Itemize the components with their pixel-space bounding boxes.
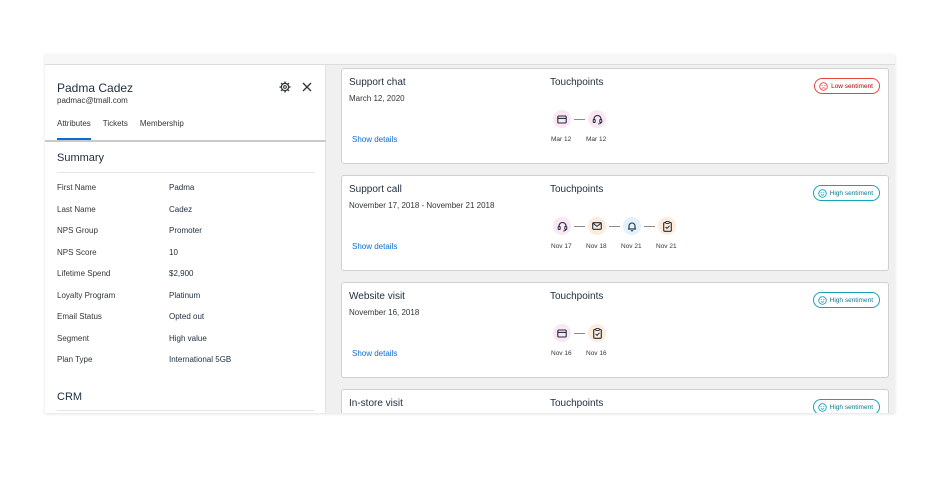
sentiment-label: High sentiment (829, 189, 873, 197)
attribute-label: Loyalty Program (57, 291, 116, 300)
attribute-value: Promoter (169, 226, 202, 235)
attribute-value: High value (169, 334, 207, 343)
sentiment-badge: High sentiment (812, 292, 880, 308)
sentiment-badge: High sentiment (812, 185, 880, 201)
attribute-row: Email Status Opted out (57, 312, 314, 324)
show-details-link[interactable]: Show details (352, 349, 397, 358)
attribute-value: Platinum (169, 291, 201, 300)
interaction-date: November 16, 2018 (349, 308, 420, 317)
top-strip (45, 54, 895, 65)
interaction-card-support-chat: Support chat March 12, 2020 Show details… (341, 68, 889, 164)
sentiment-badge: Low sentiment (814, 78, 880, 94)
wallet-icon (553, 324, 571, 342)
headset-icon (588, 110, 606, 128)
tab-divider (45, 140, 326, 142)
attribute-row: NPS Score 10 (57, 248, 314, 260)
tab-attributes[interactable]: Attributes (57, 119, 91, 140)
touchpoint-date: Nov 16 (551, 350, 572, 357)
clipboard-check-icon (588, 324, 606, 342)
interaction-title: Support chat (349, 77, 406, 88)
interaction-title: Website visit (349, 291, 405, 302)
touchpoints-label: Touchpoints (550, 291, 604, 302)
touchpoint-date: Mar 12 (551, 136, 572, 143)
attribute-label: NPS Score (57, 248, 97, 257)
sentiment-label: High sentiment (829, 403, 873, 411)
happy-face-icon (817, 295, 827, 305)
touchpoint-date: Nov 16 (586, 350, 607, 357)
envelope-icon (588, 217, 606, 235)
touchpoint-date: Mar 12 (586, 136, 607, 143)
touchpoints-label: Touchpoints (550, 184, 604, 195)
app-window: Padma Cadez padmac@tmall.com Attributes … (45, 54, 895, 413)
crm-title: CRM (57, 391, 83, 403)
interaction-card-website-visit: Website visit November 16, 2018 Show det… (341, 282, 889, 378)
interaction-title: In-store visit (349, 398, 403, 409)
summary-divider (57, 172, 314, 173)
touchpoint-date: Nov 21 (621, 243, 642, 250)
interaction-date: March 12, 2020 (349, 94, 405, 103)
attribute-row: First Name Padma (57, 183, 314, 195)
attribute-label: Segment (57, 334, 90, 343)
wallet-icon (553, 110, 571, 128)
attribute-row: Plan Type International 5GB (57, 355, 314, 367)
interaction-card-support-call: Support call November 17, 2018 - Novembe… (341, 175, 889, 271)
attribute-value: $2,900 (169, 269, 194, 278)
attribute-row: Lifetime Spend $2,900 (57, 269, 314, 281)
touchpoint-date: Nov 21 (656, 243, 677, 250)
attribute-value: Cadez (169, 205, 193, 214)
summary-title: Summary (57, 152, 105, 164)
interaction-date: November 17, 2018 - November 21 2018 (349, 201, 495, 210)
sentiment-label: Low sentiment (831, 82, 873, 90)
tab-tickets[interactable]: Tickets (103, 119, 128, 133)
attribute-label: Lifetime Spend (57, 269, 111, 278)
attribute-row: Loyalty Program Platinum (57, 291, 314, 303)
close-icon[interactable] (301, 81, 313, 93)
profile-tabs: Attributes Tickets Membership (57, 119, 196, 140)
tab-membership[interactable]: Membership (140, 119, 184, 133)
customer-profile-panel: Padma Cadez padmac@tmall.com Attributes … (45, 65, 326, 413)
attribute-label: NPS Group (57, 226, 98, 235)
sentiment-badge: High sentiment (812, 399, 880, 413)
touchpoint-date: Nov 18 (586, 243, 607, 250)
interaction-card-in-store-visit: In-store visit Touchpoints High sentimen… (341, 389, 889, 413)
gear-icon[interactable] (279, 81, 291, 93)
attribute-label: Last Name (57, 205, 96, 214)
clipboard-check-icon (658, 217, 676, 235)
timeline-connector (644, 226, 655, 227)
customer-name: Padma Cadez (57, 81, 134, 95)
attribute-row: NPS Group Promoter (57, 226, 314, 238)
sentiment-label: High sentiment (829, 296, 873, 304)
attribute-value: Padma (169, 183, 195, 192)
timeline-connector (609, 226, 620, 227)
timeline-connector (574, 119, 585, 120)
attribute-label: Plan Type (57, 355, 93, 364)
attribute-value: 10 (169, 248, 178, 257)
timeline-connector (574, 333, 585, 334)
attribute-label: First Name (57, 183, 97, 192)
crm-divider (57, 410, 314, 411)
attribute-value: Opted out (169, 312, 205, 321)
customer-email: padmac@tmall.com (57, 96, 128, 105)
attribute-row: Last Name Cadez (57, 205, 314, 217)
attribute-value: International 5GB (169, 355, 232, 364)
show-details-link[interactable]: Show details (352, 242, 397, 251)
interaction-title: Support call (349, 184, 402, 195)
happy-face-icon (817, 402, 827, 412)
touchpoint-date: Nov 17 (551, 243, 572, 250)
sad-face-icon (819, 81, 828, 91)
bell-icon (623, 217, 641, 235)
attribute-label: Email Status (57, 312, 102, 321)
show-details-link[interactable]: Show details (352, 135, 397, 144)
attribute-row: Segment High value (57, 334, 314, 346)
touchpoints-label: Touchpoints (550, 77, 604, 88)
timeline-connector (574, 226, 585, 227)
happy-face-icon (817, 188, 827, 198)
touchpoints-label: Touchpoints (550, 398, 604, 409)
headset-icon (553, 217, 571, 235)
